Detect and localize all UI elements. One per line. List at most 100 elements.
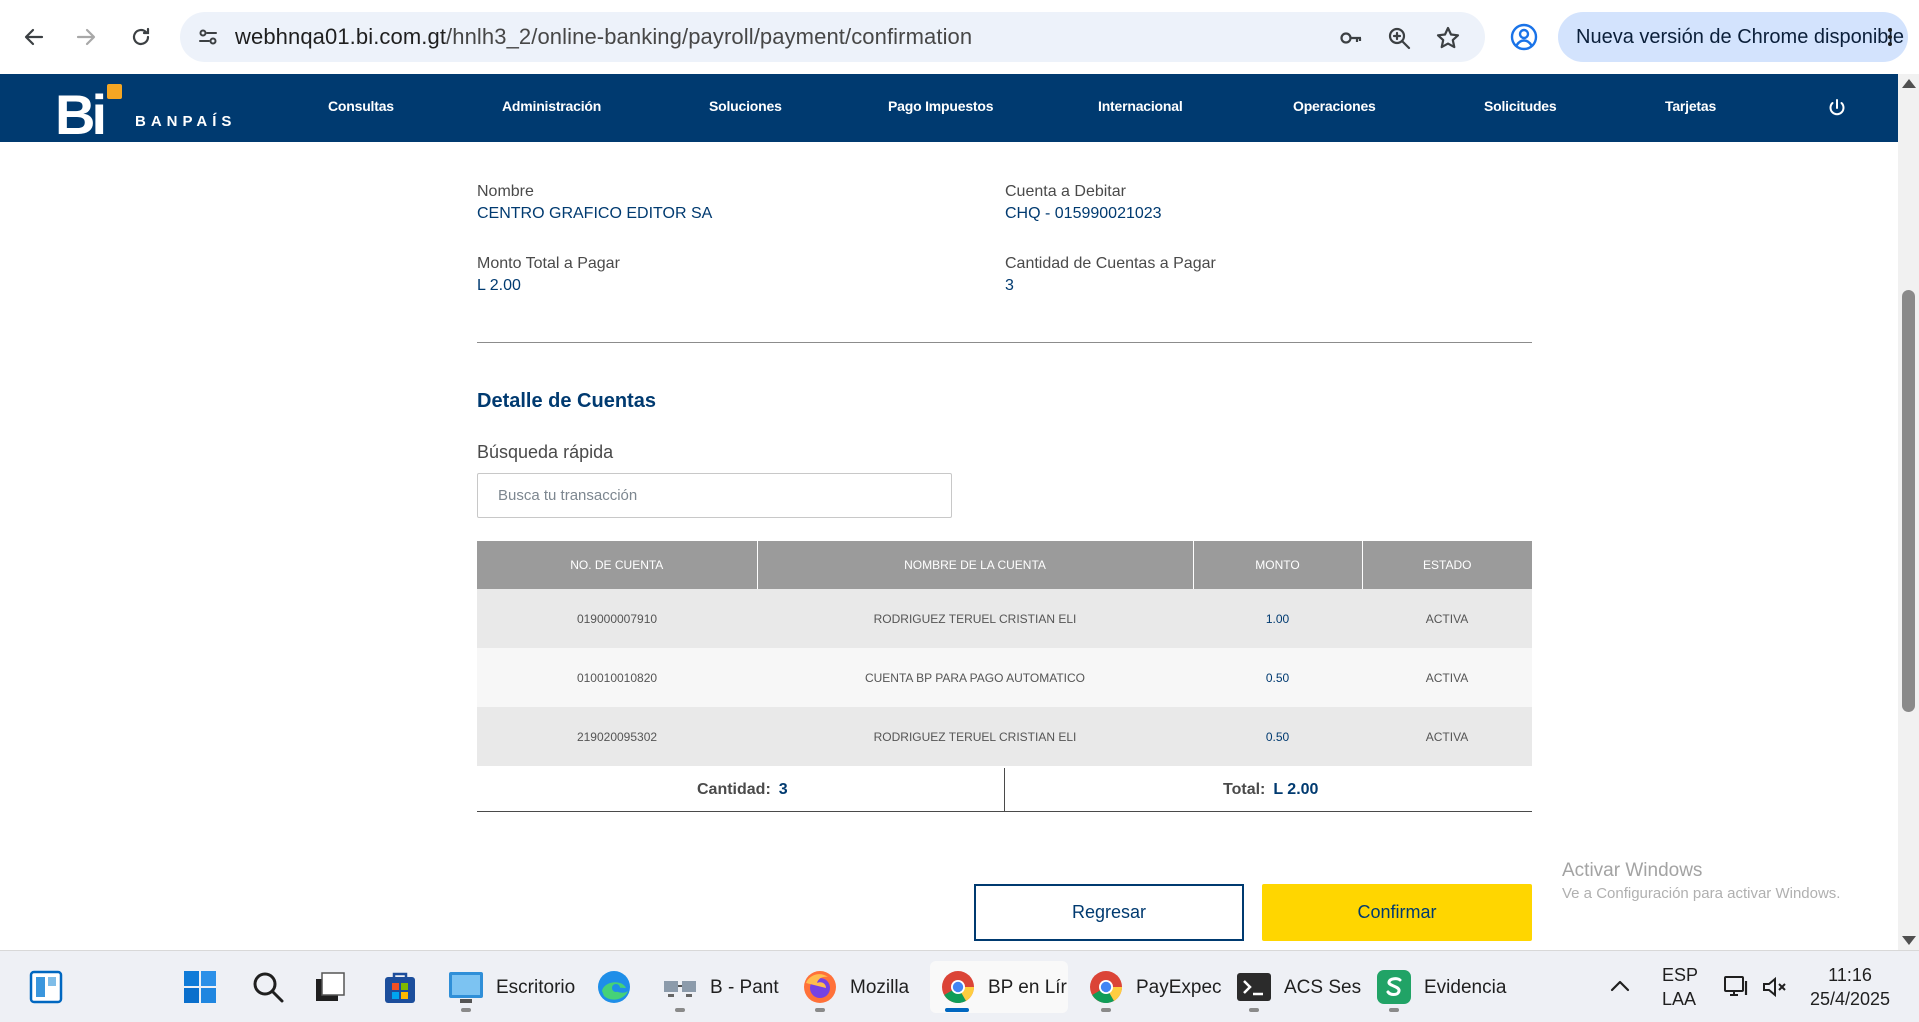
summary-total-label: Total:: [1223, 781, 1266, 798]
bookmark-star-icon[interactable]: [1435, 25, 1461, 51]
nombre-value: CENTRO GRAFICO EDITOR SA: [477, 205, 713, 222]
regresar-button[interactable]: Regresar: [974, 884, 1244, 941]
table-row[interactable]: 010010010820 CUENTA BP PARA PAGO AUTOMAT…: [477, 648, 1532, 707]
running-indicator: [1101, 1008, 1111, 1012]
taskbar-label: Evidencia: [1424, 977, 1507, 998]
taskbar-label: Escritorio: [496, 977, 576, 998]
menu-tarjetas[interactable]: Tarjetas: [1665, 98, 1716, 114]
cell-monto: 0.50: [1193, 707, 1362, 766]
password-key-icon[interactable]: [1338, 25, 1364, 51]
widgets-icon: [29, 970, 63, 1004]
chrome-icon: [942, 971, 975, 1004]
cell-nombre-cuenta: RODRIGUEZ TERUEL CRISTIAN ELI: [757, 589, 1193, 648]
logout-power-icon[interactable]: [1825, 96, 1849, 120]
cell-monto: 1.00: [1193, 589, 1362, 648]
column-header-monto[interactable]: MONTO: [1193, 541, 1363, 589]
firefox-icon: [804, 971, 836, 1003]
windows-activation-title: Activar Windows: [1562, 860, 1703, 881]
table-row[interactable]: 019000007910 RODRIGUEZ TERUEL CRISTIAN E…: [477, 589, 1532, 648]
running-indicator: [675, 1008, 685, 1012]
taskbar-label: BP en Lír: [988, 977, 1067, 998]
profile-avatar-icon[interactable]: [1509, 22, 1539, 52]
volume-muted-icon[interactable]: [1760, 973, 1788, 1001]
chrome-icon: [1090, 971, 1122, 1004]
address-bar[interactable]: webhnqa01.bi.com.gt/hnlh3_2/online-banki…: [180, 12, 1485, 62]
taskbar-app-bp-en-linea[interactable]: BP en Lír: [930, 961, 1068, 1013]
chrome-update-button[interactable]: Nueva versión de Chrome disponible: [1558, 12, 1908, 62]
menu-pago-impuestos[interactable]: Pago Impuestos: [888, 98, 994, 114]
running-indicator: [1389, 1008, 1399, 1012]
language-top[interactable]: ESP: [1662, 965, 1698, 986]
monto-total-value: L 2.00: [477, 277, 521, 294]
summary-cantidad-value: 3: [778, 781, 788, 798]
forward-arrow-icon[interactable]: [69, 20, 103, 54]
running-indicator: [1249, 1008, 1259, 1012]
clock-date[interactable]: 25/4/2025: [1800, 989, 1900, 1010]
back-arrow-icon[interactable]: [17, 20, 51, 54]
task-view-button[interactable]: [312, 961, 352, 1013]
scroll-down-arrow-icon[interactable]: [1902, 936, 1916, 945]
taskbar-label: B - Pant: [710, 977, 779, 998]
cell-estado: ACTIVA: [1362, 648, 1532, 707]
taskbar-app-edge[interactable]: [596, 961, 636, 1013]
menu-internacional[interactable]: Internacional: [1098, 98, 1183, 114]
column-header-no-cuenta[interactable]: NO. DE CUENTA: [477, 541, 758, 589]
cell-nombre-cuenta: RODRIGUEZ TERUEL CRISTIAN ELI: [757, 707, 1193, 766]
scroll-up-arrow-icon[interactable]: [1902, 79, 1916, 88]
zoom-icon[interactable]: [1386, 25, 1412, 51]
menu-soluciones[interactable]: Soluciones: [709, 98, 782, 114]
url-host: webhnqa01.bi.com.gt: [235, 24, 447, 49]
more-menu-icon[interactable]: [1886, 26, 1894, 48]
widgets-button[interactable]: [28, 961, 68, 1013]
network-display-icon[interactable]: [1722, 973, 1750, 1001]
search-icon: [253, 972, 284, 1003]
store-button[interactable]: [382, 961, 422, 1013]
taskbar-app-acs-ses[interactable]: ACS Ses: [1236, 961, 1361, 1013]
logo-mark: Bi: [55, 83, 107, 146]
table-row[interactable]: 219020095302 RODRIGUEZ TERUEL CRISTIAN E…: [477, 707, 1532, 766]
scrollbar-thumb[interactable]: [1902, 290, 1915, 712]
terminal-icon: [1237, 973, 1271, 1001]
network-app-icon: [664, 981, 696, 997]
detalle-cuentas-title: Detalle de Cuentas: [477, 390, 656, 412]
clock-time[interactable]: 11:16: [1800, 965, 1900, 986]
confirmar-button[interactable]: Confirmar: [1262, 884, 1532, 941]
column-header-nombre-cuenta[interactable]: NOMBRE DE LA CUENTA: [757, 541, 1194, 589]
green-app-icon: [1377, 970, 1411, 1004]
summary-total: Total: L 2.00: [1223, 781, 1318, 799]
windows-logo-icon: [184, 971, 216, 1003]
site-settings-icon[interactable]: [196, 25, 220, 49]
task-view-icon: [316, 972, 345, 1001]
active-indicator: [945, 1008, 969, 1012]
url-text[interactable]: webhnqa01.bi.com.gt/hnlh3_2/online-banki…: [235, 24, 972, 50]
cell-nombre-cuenta: CUENTA BP PARA PAGO AUTOMATICO: [757, 648, 1193, 707]
banpais-logo[interactable]: Bi BANPAÍS: [55, 80, 235, 146]
taskbar-label: PayExpec: [1136, 977, 1222, 998]
taskbar-app-evidencia[interactable]: Evidencia: [1376, 961, 1507, 1013]
search-button[interactable]: [250, 961, 290, 1013]
cell-no-cuenta: 219020095302: [477, 707, 757, 766]
reload-icon[interactable]: [124, 20, 158, 54]
cuenta-debitar-value: CHQ - 015990021023: [1005, 205, 1162, 222]
language-bottom[interactable]: LAA: [1662, 989, 1696, 1010]
menu-consultas[interactable]: Consultas: [328, 98, 394, 114]
windows-taskbar: Escritorio B - Pant Mozilla BP en Lír Pa…: [0, 950, 1919, 1022]
taskbar-label: ACS Ses: [1284, 977, 1362, 998]
menu-administracion[interactable]: Administración: [502, 98, 601, 114]
menu-solicitudes[interactable]: Solicitudes: [1484, 98, 1557, 114]
taskbar-app-escritorio[interactable]: Escritorio: [448, 961, 575, 1013]
show-hidden-icons-chevron-icon[interactable]: [1608, 978, 1632, 994]
column-header-estado[interactable]: ESTADO: [1362, 541, 1532, 589]
taskbar-app-mozilla[interactable]: Mozilla: [802, 961, 914, 1013]
start-button[interactable]: [182, 961, 222, 1013]
taskbar-app-b-pant[interactable]: B - Pant: [662, 961, 779, 1013]
menu-operaciones[interactable]: Operaciones: [1293, 98, 1376, 114]
taskbar-app-payexpec[interactable]: PayExpec: [1088, 961, 1222, 1013]
monto-total-label: Monto Total a Pagar: [477, 255, 620, 272]
accounts-table: NO. DE CUENTA NOMBRE DE LA CUENTA MONTO …: [477, 541, 1532, 766]
page-scrollbar[interactable]: [1898, 74, 1919, 950]
cantidad-cuentas-label: Cantidad de Cuentas a Pagar: [1005, 255, 1216, 272]
search-input[interactable]: [477, 473, 952, 518]
store-icon: [385, 972, 415, 1003]
running-indicator: [815, 1008, 825, 1012]
